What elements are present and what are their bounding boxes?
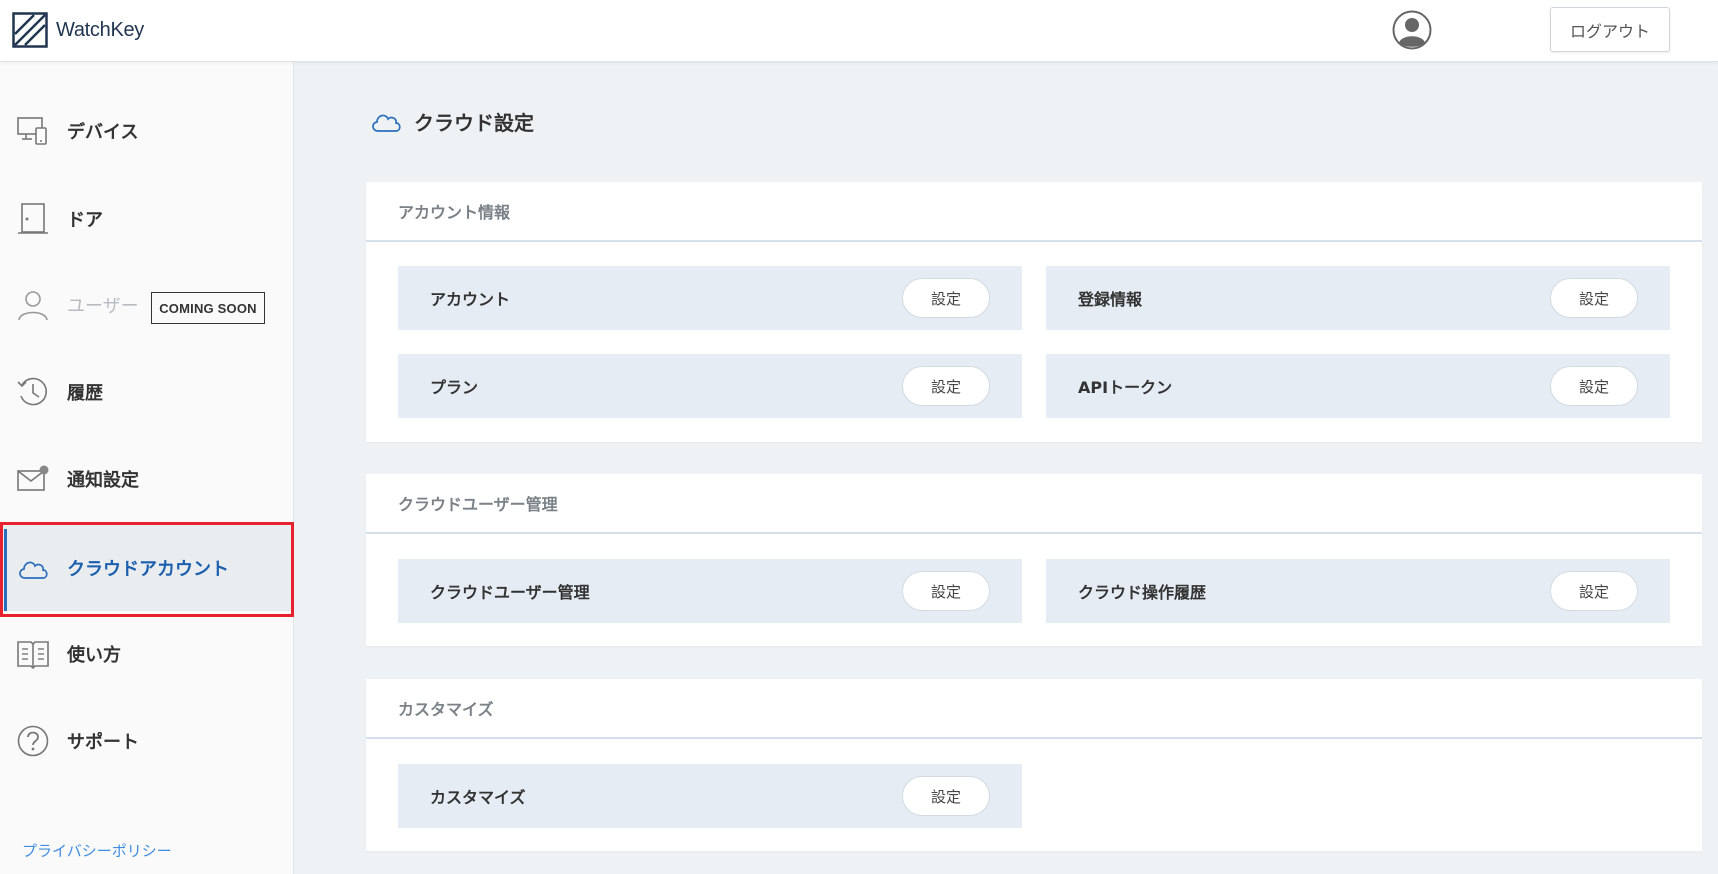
row-label: APIトークン [1078,378,1173,397]
section-account-info: アカウント情報 アカウント 設定 登録情報 設定 プラン 設定 APIトークン … [366,182,1702,442]
sidebar-item-label: ユーザー [67,296,139,317]
sidebar-item-label: 使い方 [67,645,121,666]
avatar-icon[interactable] [1392,10,1432,50]
watchkey-logo-icon [12,12,48,48]
row-label: カスタマイズ [430,788,526,807]
sidebar: デバイス ドア ユーザー COMING SOON 履歴 通知設定 クラウドアカウ… [0,62,294,874]
sidebar-item-label: ドア [67,210,103,231]
settings-button[interactable]: 設定 [902,278,990,318]
privacy-policy-link[interactable]: プライバシーポリシー [22,840,172,861]
sidebar-item-how-to-use[interactable]: 使い方 [0,611,294,697]
list-item: 登録情報 設定 [1046,266,1670,330]
page-title-text: クラウド設定 [414,110,534,135]
sidebar-item-notifications[interactable]: 通知設定 [0,436,294,522]
cloud-icon [19,561,48,579]
row-label: プラン [430,378,479,397]
settings-button[interactable]: 設定 [1550,278,1638,318]
sidebar-item-label: デバイス [67,122,139,143]
row-label: クラウドユーザー管理 [430,583,590,602]
section-cloud-user-management: クラウドユーザー管理 クラウドユーザー管理 設定 クラウド操作履歴 設定 [366,474,1702,646]
sidebar-item-devices[interactable]: デバイス [0,88,294,174]
sidebar-item-label: 通知設定 [67,470,139,491]
section-title: アカウント情報 [366,182,1702,242]
device-icon [17,117,47,145]
settings-button[interactable]: 設定 [902,571,990,611]
sidebar-item-label: クラウドアカウント [67,559,229,580]
sidebar-item-label: サポート [67,732,139,753]
mail-notification-icon [17,465,49,491]
history-icon [17,377,47,406]
sidebar-item-doors[interactable]: ドア [0,176,294,262]
logout-button[interactable]: ログアウト [1550,7,1670,52]
list-item: カスタマイズ 設定 [398,764,1022,828]
section-customize: カスタマイズ カスタマイズ 設定 [366,679,1702,851]
row-label: クラウド操作履歴 [1078,583,1207,602]
settings-button[interactable]: 設定 [902,776,990,816]
sidebar-item-label: 履歴 [67,383,103,404]
section-title: クラウドユーザー管理 [366,474,1702,534]
row-label: アカウント [430,290,511,309]
sidebar-item-users: ユーザー COMING SOON [0,262,294,348]
door-icon [18,203,48,234]
list-item: クラウド操作履歴 設定 [1046,559,1670,623]
coming-soon-badge: COMING SOON [151,292,265,324]
logo[interactable]: WatchKey [12,12,144,48]
settings-button[interactable]: 設定 [1550,366,1638,406]
help-icon [17,725,49,757]
page-title: クラウド設定 [370,106,534,136]
list-item: アカウント 設定 [398,266,1022,330]
settings-button[interactable]: 設定 [902,366,990,406]
row-label: 登録情報 [1078,290,1143,309]
top-header: WatchKey ログアウト [0,0,1718,62]
cloud-icon [372,114,401,132]
list-item: クラウドユーザー管理 設定 [398,559,1022,623]
book-icon [17,641,49,670]
section-title: カスタマイズ [366,679,1702,739]
sidebar-item-support[interactable]: サポート [0,698,294,784]
settings-button[interactable]: 設定 [1550,571,1638,611]
sidebar-item-history[interactable]: 履歴 [0,349,294,435]
user-icon [18,291,48,321]
list-item: プラン 設定 [398,354,1022,418]
app-name: WatchKey [56,18,145,41]
list-item: APIトークン 設定 [1046,354,1670,418]
sidebar-item-cloud-account[interactable]: クラウドアカウント [0,525,294,611]
